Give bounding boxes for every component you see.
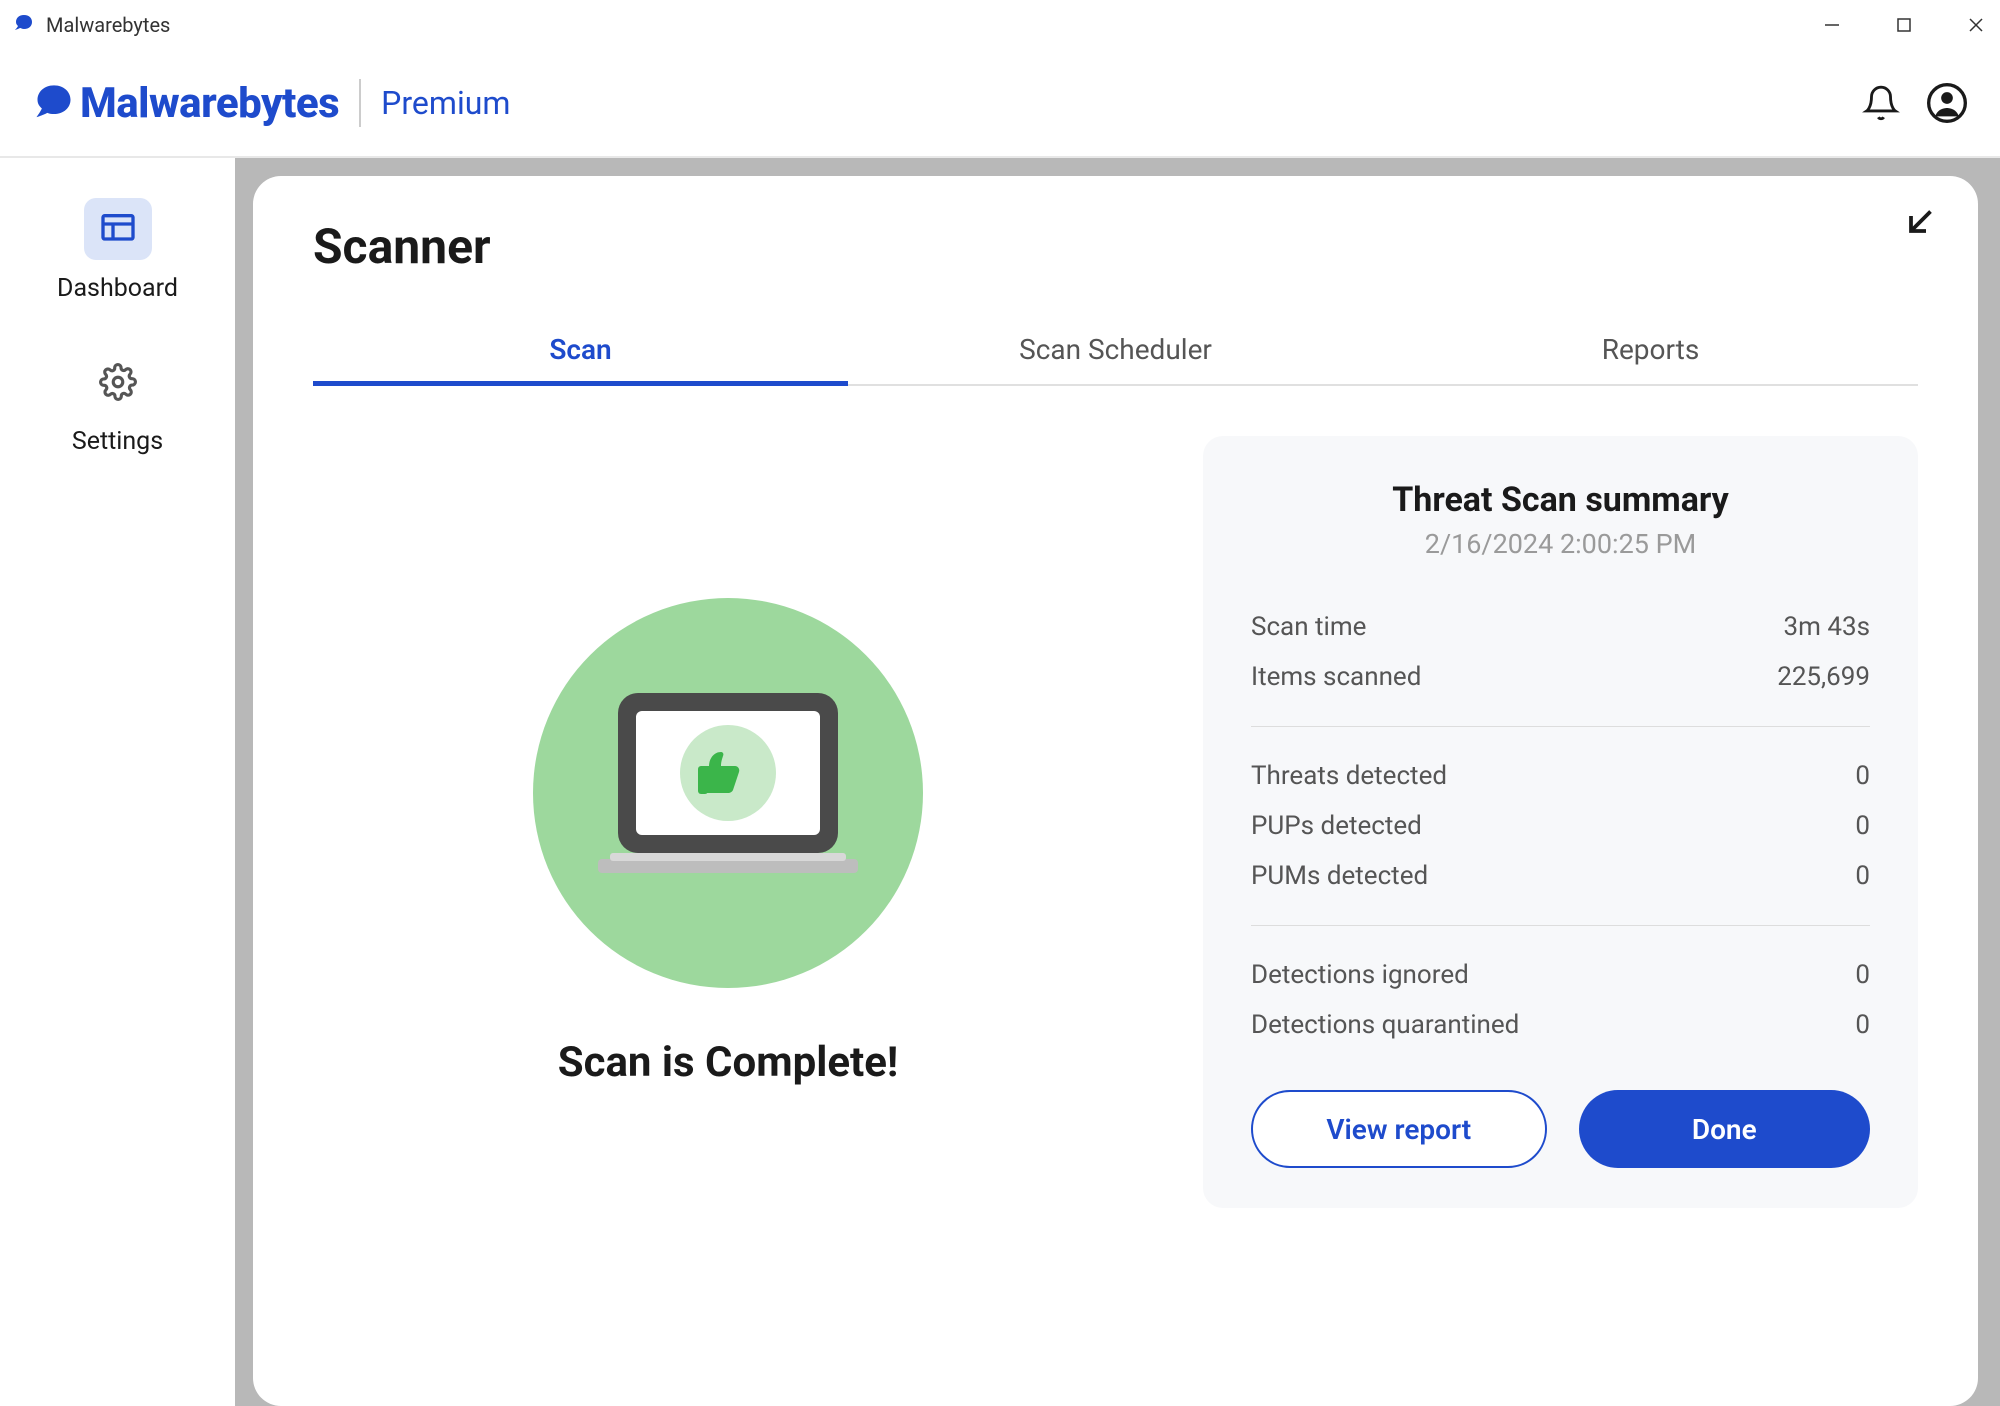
- summary-row: Items scanned 225,699: [1251, 652, 1870, 702]
- notifications-button[interactable]: [1860, 82, 1902, 124]
- sidebar-item-dashboard[interactable]: Dashboard: [0, 198, 235, 303]
- tab-label: Scan: [549, 333, 611, 366]
- button-label: Done: [1692, 1113, 1757, 1146]
- titlebar: Malwarebytes: [0, 0, 2000, 50]
- summary-title: Threat Scan summary: [1251, 480, 1870, 520]
- titlebar-left: Malwarebytes: [12, 13, 170, 37]
- divider: [1251, 925, 1870, 926]
- summary-label: Detections ignored: [1251, 960, 1469, 990]
- sidebar-item-label: Dashboard: [57, 274, 178, 303]
- summary-row: Detections quarantined 0: [1251, 1000, 1870, 1050]
- brand-logo: Malwarebytes: [32, 79, 339, 128]
- summary-value: 225,699: [1777, 662, 1870, 692]
- tab-scan-scheduler[interactable]: Scan Scheduler: [848, 315, 1383, 384]
- summary-value: 0: [1855, 861, 1870, 891]
- page-title: Scanner: [313, 218, 1918, 275]
- sidebar: Dashboard Settings: [0, 158, 235, 1406]
- close-button[interactable]: [1964, 13, 1988, 37]
- summary-buttons: View report Done: [1251, 1090, 1870, 1168]
- main: Dashboard Settings Scanner Scan Scan Sch…: [0, 158, 2000, 1406]
- summary-date: 2/16/2024 2:00:25 PM: [1251, 528, 1870, 560]
- summary-value: 0: [1855, 811, 1870, 841]
- tab-label: Reports: [1602, 333, 1700, 366]
- summary-row: Threats detected 0: [1251, 751, 1870, 801]
- summary-label: PUMs detected: [1251, 861, 1428, 891]
- tab-label: Scan Scheduler: [1019, 333, 1212, 366]
- summary-label: Items scanned: [1251, 662, 1421, 692]
- brand-suffix: Premium: [381, 84, 510, 122]
- summary-label: Threats detected: [1251, 761, 1447, 791]
- window-title: Malwarebytes: [46, 13, 170, 37]
- summary-value: 0: [1855, 761, 1870, 791]
- panel: Scanner Scan Scan Scheduler Reports: [253, 176, 1978, 1406]
- summary-label: Scan time: [1251, 612, 1366, 642]
- content-grid: Scan is Complete! Threat Scan summary 2/…: [313, 436, 1918, 1208]
- header: Malwarebytes Premium: [0, 50, 2000, 158]
- brand: Malwarebytes Premium: [32, 79, 510, 128]
- tab-reports[interactable]: Reports: [1383, 315, 1918, 384]
- scan-status: Scan is Complete!: [558, 1038, 899, 1087]
- sidebar-item-settings[interactable]: Settings: [0, 351, 235, 456]
- sidebar-item-label: Settings: [72, 427, 163, 456]
- settings-icon: [84, 351, 152, 413]
- summary-section-3: Detections ignored0Detections quarantine…: [1251, 950, 1870, 1050]
- header-actions: [1860, 82, 1968, 124]
- content-wrap: Scanner Scan Scan Scheduler Reports: [235, 158, 2000, 1406]
- dashboard-icon: [84, 198, 152, 260]
- summary-section-2: Threats detected0PUPs detected0PUMs dete…: [1251, 751, 1870, 901]
- minimize-button[interactable]: [1820, 13, 1844, 37]
- summary-row: Detections ignored 0: [1251, 950, 1870, 1000]
- summary-row: Scan time 3m 43s: [1251, 602, 1870, 652]
- summary-row: PUMs detected 0: [1251, 851, 1870, 901]
- summary-value: 0: [1855, 1010, 1870, 1040]
- scan-complete-icon: [533, 598, 923, 988]
- window-controls: [1820, 13, 1988, 37]
- summary-card: Threat Scan summary 2/16/2024 2:00:25 PM…: [1203, 436, 1918, 1208]
- brand-icon: [32, 81, 76, 125]
- app-icon: [12, 13, 36, 37]
- summary-label: PUPs detected: [1251, 811, 1422, 841]
- summary-section-1: Scan time 3m 43s Items scanned 225,699: [1251, 602, 1870, 702]
- account-button[interactable]: [1926, 82, 1968, 124]
- divider: [1251, 726, 1870, 727]
- tabs: Scan Scan Scheduler Reports: [313, 315, 1918, 386]
- button-label: View report: [1326, 1113, 1471, 1146]
- summary-label: Detections quarantined: [1251, 1010, 1519, 1040]
- done-button[interactable]: Done: [1579, 1090, 1871, 1168]
- summary-row: PUPs detected 0: [1251, 801, 1870, 851]
- brand-divider: [359, 79, 361, 127]
- summary-value: 3m 43s: [1783, 612, 1870, 642]
- summary-value: 0: [1855, 960, 1870, 990]
- scan-visual: Scan is Complete!: [313, 436, 1143, 1208]
- maximize-button[interactable]: [1892, 13, 1916, 37]
- collapse-button[interactable]: [1902, 204, 1938, 244]
- view-report-button[interactable]: View report: [1251, 1090, 1547, 1168]
- tab-scan[interactable]: Scan: [313, 315, 848, 384]
